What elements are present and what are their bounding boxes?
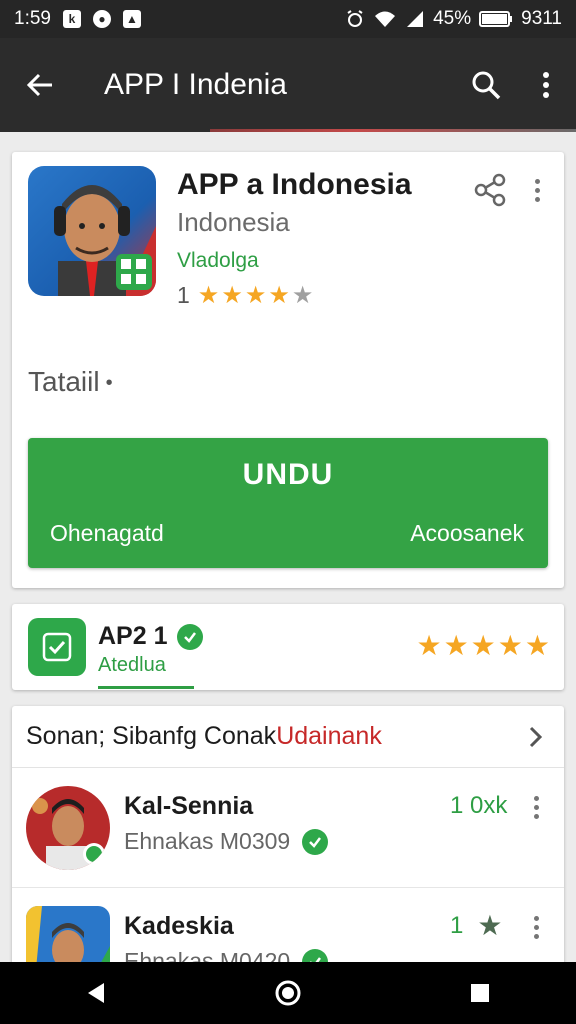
status-right-text: 9311 xyxy=(521,8,562,29)
list-item-subtitle: Ehnakas M0309 xyxy=(124,828,291,854)
notification-icon: k xyxy=(62,10,81,28)
related-app-subtitle: Atedlua xyxy=(98,654,166,676)
image-notification-icon: ▲ xyxy=(122,10,141,28)
star-icon: ★ xyxy=(291,281,314,309)
similar-apps-header[interactable]: Sonan; Sibanfg ConakUdainank xyxy=(12,706,564,768)
system-nav-bar xyxy=(0,962,576,1024)
star-icon: ★ xyxy=(443,630,469,661)
install-button[interactable]: UNDU Ohenagatd Acoosanek xyxy=(28,438,548,568)
star-icon: ★ xyxy=(524,630,550,661)
subtitle-underline xyxy=(98,686,194,689)
similar-apps-card: Sonan; Sibanfg ConakUdainank Kal-Sennia … xyxy=(12,706,564,1006)
related-app-icon xyxy=(28,618,86,676)
nav-recents-button[interactable] xyxy=(450,968,510,1018)
nav-home-icon xyxy=(275,980,301,1006)
list-item-value-text: 1 0xk xyxy=(450,792,508,819)
chevron-right-icon xyxy=(520,722,550,752)
alarm-icon xyxy=(347,10,363,27)
list-item-subtitle-row: Ehnakas M0309 xyxy=(124,828,329,855)
star-icon: ★ xyxy=(244,281,267,309)
star-icon: ★ xyxy=(416,630,442,661)
detail-dot: • xyxy=(105,372,113,395)
list-item-value: 1 ★ xyxy=(450,912,502,940)
related-app-card[interactable]: AP2 1 Atedlua ★ ★ ★ ★ ★ xyxy=(12,604,564,690)
search-button[interactable] xyxy=(456,38,516,132)
list-item-value: 1 0xk xyxy=(450,792,507,820)
star-icon: ★ xyxy=(268,281,290,309)
detail-label-text: Tataiil xyxy=(28,366,100,397)
notification-icon: ● xyxy=(92,10,111,28)
star-icon: ★ xyxy=(197,281,220,309)
status-time: 1:59 xyxy=(14,8,51,29)
list-item-more-button[interactable] xyxy=(526,912,546,942)
status-bar: 1:59 k ● ▲ 45% 9311 xyxy=(0,0,576,38)
share-icon xyxy=(474,173,506,207)
star-icon: ★ xyxy=(477,910,503,941)
app-developer[interactable]: Indonesia xyxy=(177,207,290,238)
similar-apps-heading: Sonan; Sibanfg ConakUdainank xyxy=(26,722,382,751)
related-app-stars: ★ ★ ★ ★ ★ xyxy=(416,632,550,660)
more-vert-icon xyxy=(533,795,539,819)
star-icon: ★ xyxy=(497,630,523,661)
back-button[interactable] xyxy=(0,38,80,132)
wifi-icon xyxy=(375,11,396,27)
page-title: APP I Indenia xyxy=(104,68,287,101)
nav-back-button[interactable] xyxy=(66,968,126,1018)
app-category[interactable]: Vladolga xyxy=(177,249,259,273)
install-button-label: UNDU xyxy=(242,458,334,491)
related-app-name: AP2 1 xyxy=(98,622,168,650)
avatar xyxy=(26,786,110,870)
app-more-button[interactable] xyxy=(522,170,552,210)
verified-icon xyxy=(302,828,329,855)
app-avatar-illustration xyxy=(54,185,156,296)
heading-accent: Udainank xyxy=(276,722,382,750)
list-item[interactable]: Kal-Sennia Ehnakas M0309 1 0xk xyxy=(12,768,564,888)
more-options-button[interactable] xyxy=(516,38,576,132)
verified-icon xyxy=(177,623,204,650)
rating-count: 1 xyxy=(177,282,190,308)
check-icon xyxy=(42,632,72,662)
app-detail-card: APP a Indonesia Indonesia Vladolga 1 ★ ★ ★… xyxy=(12,152,564,588)
list-item-name: Kal-Sennia xyxy=(124,792,254,820)
detail-label[interactable]: Tataiil • xyxy=(28,366,113,398)
search-icon xyxy=(472,71,501,100)
signal-icon xyxy=(407,11,424,27)
star-icon: ★ xyxy=(470,630,496,661)
app-bar: APP I Indenia xyxy=(0,38,576,132)
install-right-text: Acoosanek xyxy=(410,520,524,546)
more-vert-icon xyxy=(533,915,539,939)
nav-recents-icon xyxy=(471,984,489,1002)
rating-stars: ★ ★ ★ ★ ★ xyxy=(197,281,314,309)
app-name: APP a Indonesia xyxy=(177,168,412,201)
app-icon xyxy=(28,166,156,296)
back-arrow-icon xyxy=(26,73,52,97)
nav-back-icon xyxy=(88,983,104,1003)
nav-home-button[interactable] xyxy=(258,968,318,1018)
related-app-title: AP2 1 xyxy=(98,622,204,651)
more-vert-icon xyxy=(534,178,540,202)
install-left-text: Ohenagatd xyxy=(50,520,164,546)
list-item-value-text: 1 xyxy=(450,912,464,939)
more-vert-icon xyxy=(543,72,549,98)
heading-main: Sonan; Sibanfg Conak xyxy=(26,722,277,750)
star-icon: ★ xyxy=(221,281,243,309)
battery-icon xyxy=(479,11,513,27)
list-item-more-button[interactable] xyxy=(526,792,546,822)
share-button[interactable] xyxy=(470,170,510,210)
list-item-name: Kadeskia xyxy=(124,912,234,940)
app-rating: 1 ★ ★ ★ ★ ★ xyxy=(177,282,313,309)
battery-percent: 45% xyxy=(433,8,472,29)
